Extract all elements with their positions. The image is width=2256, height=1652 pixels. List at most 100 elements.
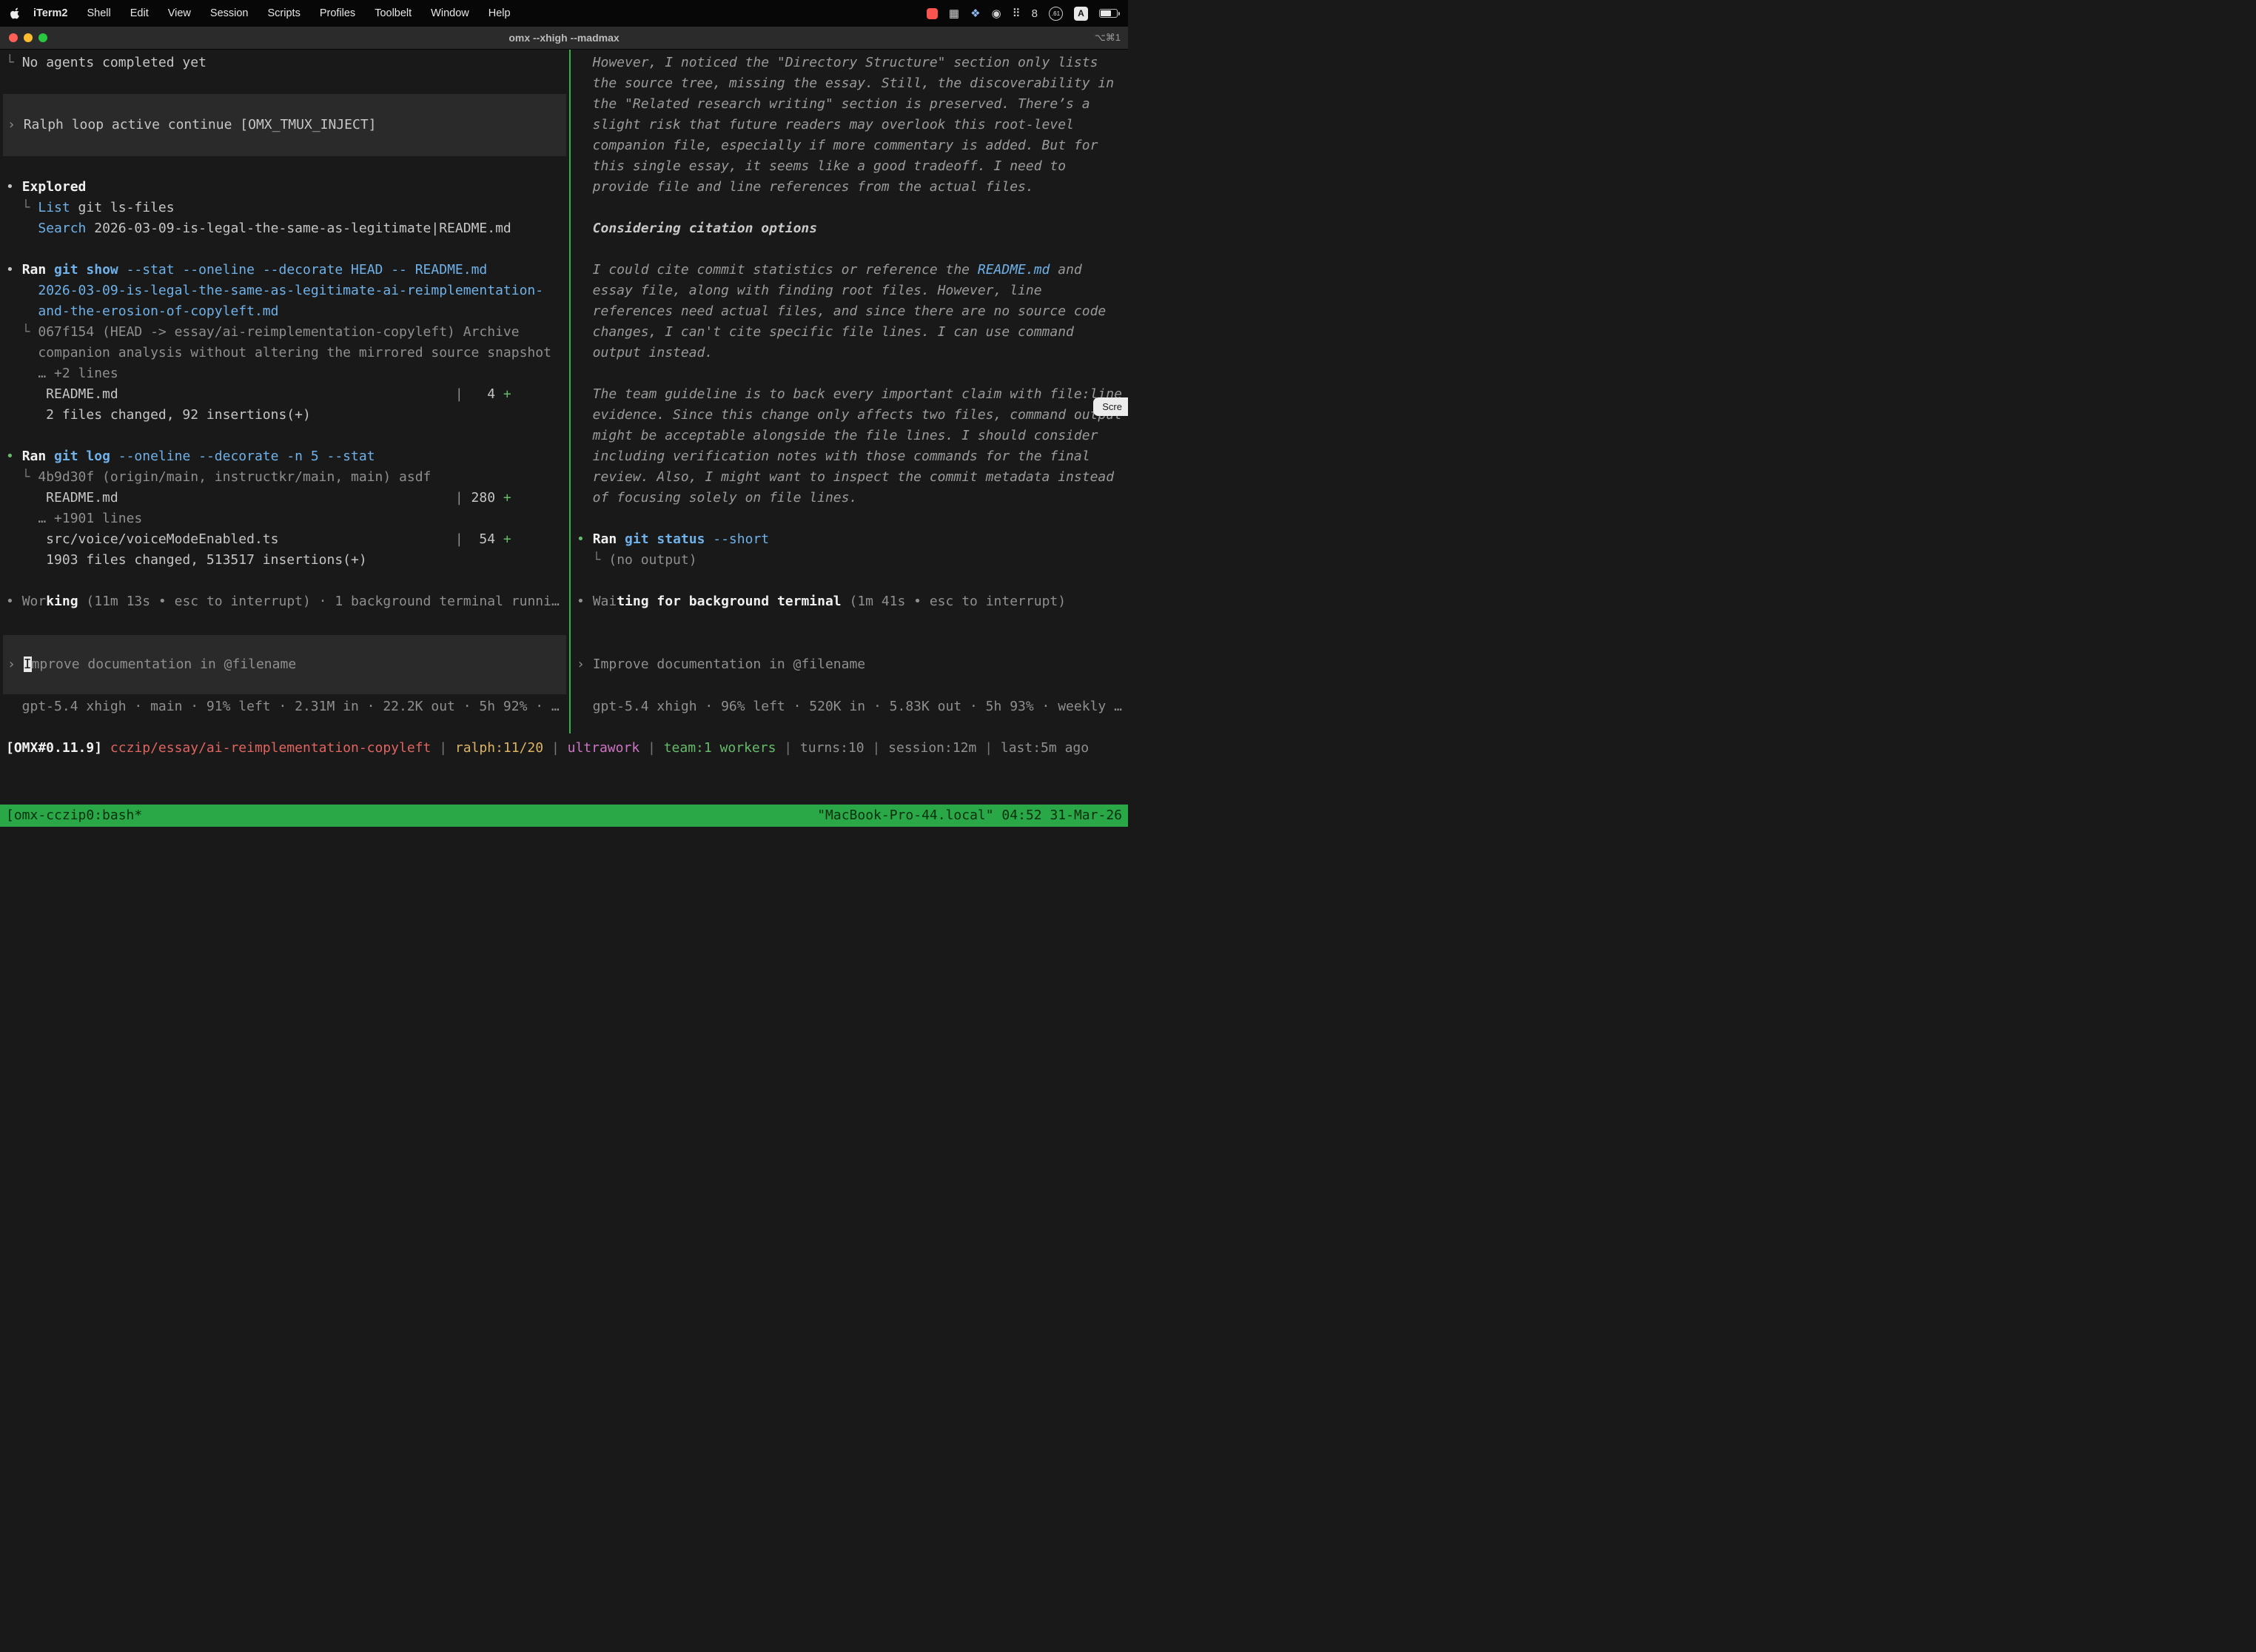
terminal-row: the "Related research writing" section i… — [571, 94, 1128, 115]
app-grid-icon[interactable]: ⠿ — [1013, 8, 1021, 19]
terminal-row: essay file, along with finding root file… — [571, 281, 1128, 301]
terminal-row: including verification notes with those … — [571, 446, 1128, 467]
menu-items: iTerm2 Shell Edit View Session Scripts Profile… — [33, 7, 511, 19]
terminal-row: › Improve documentation in @filename — [571, 654, 1128, 675]
terminal-row: README.md | 4 + — [0, 384, 569, 405]
menu-item-view[interactable]: View — [168, 7, 191, 19]
terminal-row: However, I noticed the "Directory Struct… — [571, 53, 1128, 73]
launcher-icon[interactable]: ❖ — [970, 8, 980, 19]
terminal-row — [571, 571, 1128, 591]
right-scrollback: However, I noticed the "Directory Struct… — [571, 50, 1128, 612]
traffic-lights — [0, 33, 47, 42]
terminal-row: gpt-5.4 xhigh · 96% left · 520K in · 5.8… — [571, 696, 1128, 717]
right-prompt-input[interactable]: › Improve documentation in @filename — [571, 635, 1128, 694]
left-model-status: gpt-5.4 xhigh · main · 91% left · 2.31M … — [0, 696, 569, 717]
terminal-row: └ List git ls-files — [0, 198, 569, 218]
hotkey-icon[interactable]: 8 — [1032, 8, 1038, 19]
terminal-row: slight risk that future readers may over… — [571, 115, 1128, 135]
terminal-row: references need actual files, and since … — [571, 301, 1128, 322]
left-pane-bottom: › Improve documentation in @filename gpt… — [0, 635, 569, 733]
terminal-row: changes, I can't cite specific file line… — [571, 322, 1128, 343]
left-scrollback: └ No agents completed yet › Ralph loop ac… — [0, 50, 569, 612]
tmux-panes: └ No agents completed yet › Ralph loop ac… — [0, 50, 1128, 733]
minimize-window-button[interactable] — [24, 33, 33, 42]
terminal-row: [OMX#0.11.9] cczip/essay/ai-reimplementa… — [0, 738, 1128, 759]
tmux-session-label: [omx-cczip0:bash* — [6, 805, 142, 827]
window-manager-icon[interactable]: ▦ — [949, 8, 959, 19]
terminal-row — [0, 571, 569, 591]
terminal-row: • Explored — [0, 177, 569, 198]
tmux-host-clock: "MacBook-Pro-44.local" 04:52 31-Mar-26 — [817, 805, 1122, 827]
battery-percentage-badge[interactable]: .61 — [1049, 7, 1063, 21]
battery-icon[interactable] — [1099, 9, 1118, 18]
terminal-row: provide file and line references from th… — [571, 177, 1128, 198]
menu-item-window[interactable]: Window — [431, 7, 469, 19]
terminal-row: of focusing solely on file lines. — [571, 488, 1128, 508]
tmux-status-bar: [omx-cczip0:bash* "MacBook-Pro-44.local"… — [0, 805, 1128, 827]
terminal-row: the source tree, missing the essay. Stil… — [571, 73, 1128, 94]
screen-recording-indicator[interactable] — [927, 8, 938, 19]
terminal-row: └ (no output) — [571, 550, 1128, 571]
terminal-row — [0, 156, 569, 177]
menu-item-session[interactable]: Session — [210, 7, 249, 19]
ralph-loop-banner: › Ralph loop active continue [OMX_TMUX_I… — [3, 94, 566, 156]
menu-item-iterm2[interactable]: iTerm2 — [33, 7, 67, 19]
left-prompt-input[interactable]: › Improve documentation in @filename — [3, 635, 566, 694]
terminal-row — [0, 426, 569, 446]
menu-app-icon[interactable]: ◉ — [992, 8, 1001, 19]
terminal-row: 1903 files changed, 513517 insertions(+) — [0, 550, 569, 571]
menu-item-scripts[interactable]: Scripts — [268, 7, 301, 19]
right-agent-pane[interactable]: However, I noticed the "Directory Struct… — [571, 50, 1128, 733]
terminal-row: └ 4b9d30f (origin/main, instructkr/main,… — [0, 467, 569, 488]
terminal-row — [571, 239, 1128, 260]
terminal-row: and-the-erosion-of-copyleft.md — [0, 301, 569, 322]
terminal-row: … +1901 lines — [0, 508, 569, 529]
terminal-row: evidence. Since this change only affects… — [571, 405, 1128, 426]
terminal-row: • Ran git log --oneline --decorate -n 5 … — [0, 446, 569, 467]
left-agent-pane[interactable]: └ No agents completed yet › Ralph loop ac… — [0, 50, 569, 733]
right-pane-bottom: › Improve documentation in @filename gpt… — [571, 635, 1128, 733]
zoom-window-button[interactable] — [38, 33, 47, 42]
terminal-row: • Waiting for background terminal (1m 41… — [571, 591, 1128, 612]
menu-item-toolbelt[interactable]: Toolbelt — [375, 7, 412, 19]
terminal-row: 2 files changed, 92 insertions(+) — [0, 405, 569, 426]
terminal-row: src/voice/voiceModeEnabled.ts | 54 + — [0, 529, 569, 550]
close-window-button[interactable] — [9, 33, 18, 42]
terminal-row: Considering citation options — [571, 218, 1128, 239]
terminal-row: README.md | 280 + — [0, 488, 569, 508]
window-title-bar[interactable]: omx --xhigh --madmax ⌥⌘1 — [0, 27, 1128, 50]
window-shortcut-badge: ⌥⌘1 — [1095, 32, 1128, 44]
terminal-row: gpt-5.4 xhigh · main · 91% left · 2.31M … — [0, 696, 569, 717]
terminal-row: output instead. — [571, 343, 1128, 363]
screen-share-overlay-button[interactable]: Scre — [1093, 397, 1128, 416]
menu-item-shell[interactable]: Shell — [87, 7, 110, 19]
terminal-row — [571, 198, 1128, 218]
terminal-row: this single essay, it seems like a good … — [571, 156, 1128, 177]
terminal-row: • Ran git status --short — [571, 529, 1128, 550]
menu-item-help[interactable]: Help — [489, 7, 511, 19]
menu-item-profiles[interactable]: Profiles — [320, 7, 355, 19]
terminal-row — [571, 508, 1128, 529]
terminal-row: └ 067f154 (HEAD -> essay/ai-reimplementa… — [0, 322, 569, 343]
terminal-row: … +2 lines — [0, 363, 569, 384]
input-source-icon[interactable]: A — [1074, 7, 1088, 21]
terminal-row: review. Also, I might want to inspect th… — [571, 467, 1128, 488]
terminal-row — [0, 239, 569, 260]
terminal-row: The team guideline is to back every impo… — [571, 384, 1128, 405]
terminal-row: • Ran git show --stat --oneline --decora… — [0, 260, 569, 281]
terminal-row — [571, 363, 1128, 384]
menu-item-edit[interactable]: Edit — [130, 7, 149, 19]
apple-menu-icon[interactable] — [10, 7, 20, 19]
terminal-row: I could cite commit statistics or refere… — [571, 260, 1128, 281]
terminal-row: might be acceptable alongside the file l… — [571, 426, 1128, 446]
terminal-row: • Working (11m 13s • esc to interrupt) ·… — [0, 591, 569, 612]
omx-session-status-line: [OMX#0.11.9] cczip/essay/ai-reimplementa… — [0, 738, 1128, 759]
window-title: omx --xhigh --madmax — [0, 32, 1128, 44]
terminal-row: Search 2026-03-09-is-legal-the-same-as-l… — [0, 218, 569, 239]
terminal-row: companion analysis without altering the … — [0, 343, 569, 363]
macos-menu-bar: iTerm2 Shell Edit View Session Scripts Profile… — [0, 0, 1128, 27]
terminal-row: └ No agents completed yet — [0, 53, 569, 73]
terminal-row: companion file, especially if more comme… — [571, 135, 1128, 156]
right-model-status: gpt-5.4 xhigh · 96% left · 520K in · 5.8… — [571, 696, 1128, 717]
terminal-row — [0, 73, 569, 94]
